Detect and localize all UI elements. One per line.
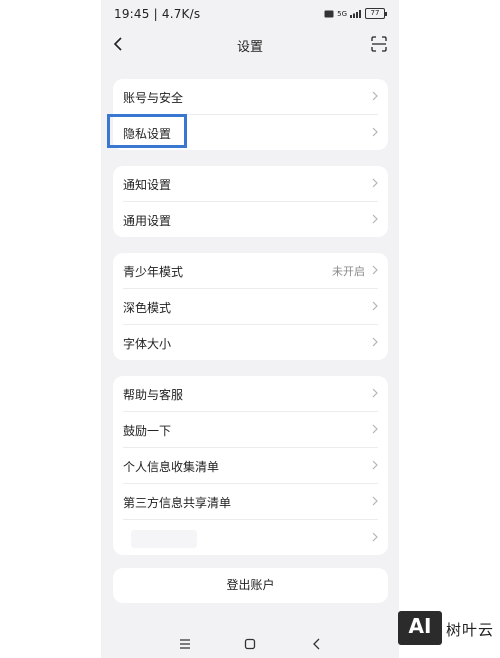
watermark-text: 树叶云	[446, 621, 495, 639]
header: 设置	[101, 28, 399, 60]
watermark-logo: AI	[398, 611, 442, 645]
chevron-right-icon	[372, 337, 378, 347]
scan-icon[interactable]	[371, 36, 387, 52]
blurred-label	[131, 530, 197, 548]
chevron-right-icon	[372, 301, 378, 311]
row-label: 通用设置	[123, 214, 172, 228]
notification-icon	[324, 10, 334, 17]
back-nav-icon[interactable]	[311, 638, 323, 650]
settings-row-help[interactable]: 帮助与客服	[123, 376, 378, 412]
home-icon[interactable]	[244, 638, 256, 650]
row-label: 通知设置	[123, 178, 172, 192]
watermark: AI 树叶云	[398, 611, 498, 647]
network-icon: 5G	[337, 9, 347, 18]
chevron-right-icon	[372, 496, 378, 506]
settings-row-font-size[interactable]: 字体大小	[123, 325, 378, 360]
settings-group-general: 通知设置 通用设置	[113, 166, 388, 237]
settings-row-blurred[interactable]	[123, 520, 378, 555]
settings-row-account-security[interactable]: 账号与安全	[123, 79, 378, 115]
row-label: 个人信息收集清单	[123, 460, 220, 474]
logout-button[interactable]: 登出账户	[113, 568, 388, 603]
chevron-right-icon	[372, 460, 378, 470]
row-label: 帮助与客服	[123, 388, 184, 402]
settings-row-notifications[interactable]: 通知设置	[123, 166, 378, 202]
chevron-right-icon	[372, 178, 378, 188]
row-label: 深色模式	[123, 301, 172, 315]
row-value: 未开启	[332, 265, 365, 278]
chevron-right-icon	[372, 127, 378, 137]
status-icons: 5G 77	[324, 8, 387, 19]
system-nav-bar	[101, 632, 399, 658]
settings-row-third-party-list[interactable]: 第三方信息共享清单	[123, 484, 378, 520]
row-label: 青少年模式	[123, 265, 184, 279]
menu-icon[interactable]	[179, 638, 191, 650]
row-label: 字体大小	[123, 337, 172, 351]
phone-screen: 19:45 | 4.7K/s 5G 77 设置 账号与安全 隐私设置 通知设置 …	[101, 0, 399, 658]
signal-icon	[350, 9, 361, 18]
chevron-right-icon	[372, 532, 378, 542]
settings-group-help: 帮助与客服 鼓励一下 个人信息收集清单 第三方信息共享清单	[113, 376, 388, 555]
chevron-right-icon	[372, 214, 378, 224]
settings-row-teen-mode[interactable]: 青少年模式 未开启	[123, 253, 378, 289]
status-time-speed: 19:45 | 4.7K/s	[114, 7, 201, 21]
settings-row-personal-info-list[interactable]: 个人信息收集清单	[123, 448, 378, 484]
settings-row-general[interactable]: 通用设置	[123, 202, 378, 237]
settings-group-display: 青少年模式 未开启 深色模式 字体大小	[113, 253, 388, 360]
chevron-right-icon	[372, 265, 378, 275]
status-bar: 19:45 | 4.7K/s 5G 77	[101, 0, 399, 28]
row-label: 账号与安全	[123, 91, 184, 105]
chevron-right-icon	[372, 388, 378, 398]
settings-row-dark-mode[interactable]: 深色模式	[123, 289, 378, 325]
battery-icon: 77	[365, 8, 387, 19]
chevron-right-icon	[372, 91, 378, 101]
page-title: 设置	[236, 40, 263, 55]
highlight-box	[107, 114, 187, 148]
settings-row-encourage[interactable]: 鼓励一下	[123, 412, 378, 448]
row-label: 鼓励一下	[123, 424, 172, 438]
row-label: 第三方信息共享清单	[123, 496, 232, 510]
chevron-right-icon	[372, 424, 378, 434]
